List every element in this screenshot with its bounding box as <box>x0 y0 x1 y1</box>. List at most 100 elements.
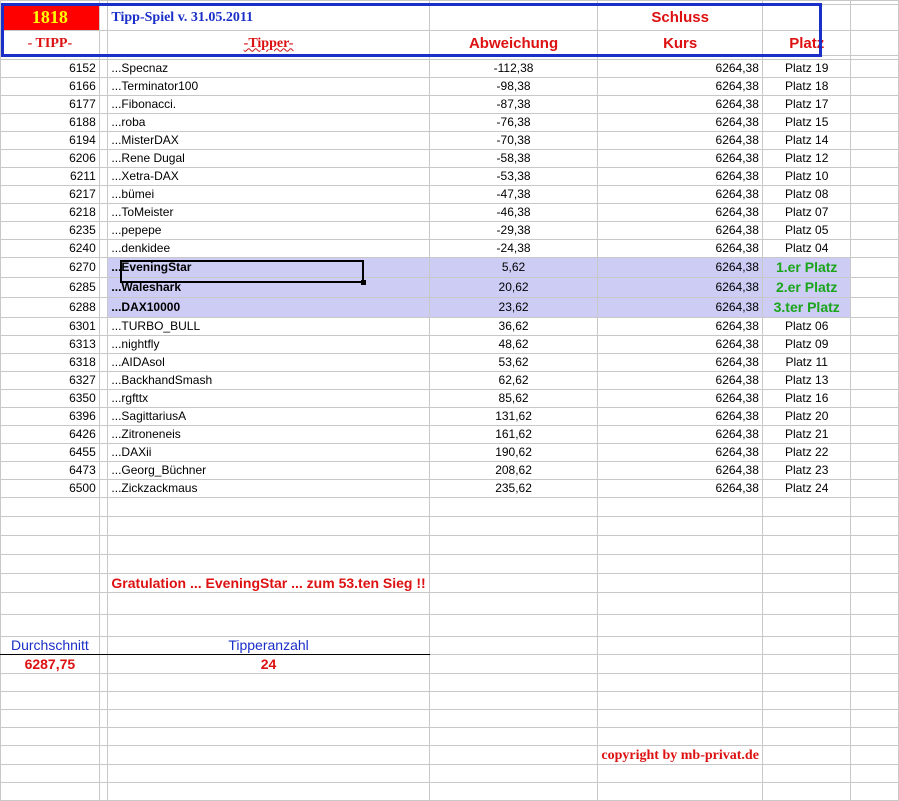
cell[interactable] <box>850 149 899 168</box>
spacer-cell[interactable] <box>98 167 109 186</box>
cell[interactable] <box>761 535 852 555</box>
spacer-cell[interactable] <box>98 277 109 298</box>
cell[interactable] <box>107 614 430 637</box>
abweichung-cell[interactable]: 131,62 <box>428 407 599 426</box>
cell[interactable] <box>850 636 899 655</box>
kurs-cell[interactable]: 6264,38 <box>597 297 763 318</box>
tipp-cell[interactable]: 6313 <box>0 335 100 354</box>
tipper-header[interactable]: -Tipper- <box>107 30 430 56</box>
cell[interactable] <box>597 573 763 593</box>
cell[interactable] <box>0 745 100 765</box>
platz-header[interactable]: Platz <box>761 30 852 56</box>
tipp-cell[interactable]: 6396 <box>0 407 100 426</box>
spacer-cell[interactable] <box>98 371 109 390</box>
spacer-cell[interactable] <box>98 59 109 78</box>
kurs-cell[interactable]: 6264,38 <box>597 257 763 278</box>
cell[interactable] <box>597 516 763 536</box>
cell[interactable] <box>850 425 899 444</box>
tipper-cell[interactable]: ...nightfly <box>107 335 430 354</box>
tipp-cell[interactable]: 6350 <box>0 389 100 408</box>
cell[interactable] <box>850 371 899 390</box>
tipper-cell[interactable]: ...TURBO_BULL <box>107 317 430 336</box>
spacer-cell[interactable] <box>98 461 109 480</box>
cell[interactable] <box>761 709 852 728</box>
kurs-cell[interactable]: 6264,38 <box>597 277 763 298</box>
cell[interactable] <box>428 727 599 746</box>
cell[interactable] <box>850 239 899 258</box>
spacer-cell[interactable] <box>98 389 109 408</box>
cell[interactable] <box>428 764 599 783</box>
cell[interactable] <box>428 535 599 555</box>
cell[interactable] <box>98 614 109 637</box>
cell[interactable] <box>428 745 599 765</box>
cell[interactable] <box>107 745 430 765</box>
cell[interactable] <box>850 745 899 765</box>
tipp-cell[interactable]: 6152 <box>0 59 100 78</box>
kurs-cell[interactable]: 6264,38 <box>597 95 763 114</box>
tipper-cell[interactable]: ...DAXii <box>107 443 430 462</box>
cell[interactable] <box>850 113 899 132</box>
cell[interactable] <box>98 727 109 746</box>
cell[interactable] <box>98 709 109 728</box>
spacer-cell[interactable] <box>98 317 109 336</box>
spacer-cell[interactable] <box>98 203 109 222</box>
durchschnitt-label[interactable]: Durchschnitt <box>0 636 100 655</box>
platz-cell[interactable]: Platz 16 <box>761 389 852 408</box>
cell[interactable] <box>98 535 109 555</box>
kurs-cell[interactable]: 6264,38 <box>597 131 763 150</box>
tipp-cell[interactable]: 6318 <box>0 353 100 372</box>
tipp-cell[interactable]: 6473 <box>0 461 100 480</box>
spacer-cell[interactable] <box>98 257 109 278</box>
abweichung-cell[interactable]: -24,38 <box>428 239 599 258</box>
tipper-cell[interactable]: ...Specnaz <box>107 59 430 78</box>
cell[interactable] <box>850 573 899 593</box>
cell[interactable] <box>850 461 899 480</box>
cell[interactable] <box>107 709 430 728</box>
tipper-cell[interactable]: ...pepepe <box>107 221 430 240</box>
abweichung-cell[interactable]: 235,62 <box>428 479 599 498</box>
cell[interactable] <box>107 535 430 555</box>
tipper-cell[interactable]: ...Fibonacci. <box>107 95 430 114</box>
cell[interactable] <box>107 782 430 801</box>
cell[interactable] <box>98 554 109 574</box>
spacer-cell[interactable] <box>98 407 109 426</box>
cell[interactable] <box>428 573 599 593</box>
cell[interactable] <box>98 30 109 56</box>
cell[interactable] <box>107 673 430 692</box>
cell[interactable] <box>98 516 109 536</box>
cell[interactable] <box>850 764 899 783</box>
cell[interactable] <box>428 554 599 574</box>
platz-cell[interactable]: 3.ter Platz <box>761 297 852 318</box>
abweichung-header[interactable]: Abweichung <box>428 30 599 56</box>
cell[interactable] <box>850 535 899 555</box>
abweichung-cell[interactable]: 208,62 <box>428 461 599 480</box>
abweichung-cell[interactable]: 36,62 <box>428 317 599 336</box>
cell[interactable] <box>597 709 763 728</box>
cell[interactable] <box>428 592 599 615</box>
cell[interactable] <box>0 573 100 593</box>
cell[interactable] <box>597 673 763 692</box>
kurs-cell[interactable]: 6264,38 <box>597 335 763 354</box>
tipper-cell[interactable]: ...Georg_Büchner <box>107 461 430 480</box>
abweichung-cell[interactable]: 85,62 <box>428 389 599 408</box>
abweichung-cell[interactable]: -98,38 <box>428 77 599 96</box>
cell[interactable] <box>850 407 899 426</box>
abweichung-cell[interactable]: 20,62 <box>428 277 599 298</box>
platz-cell[interactable]: Platz 14 <box>761 131 852 150</box>
tipp-cell[interactable]: 6500 <box>0 479 100 498</box>
kurs-cell[interactable]: 6264,38 <box>597 239 763 258</box>
cell[interactable] <box>850 59 899 78</box>
copyright-text[interactable]: copyright by mb-privat.de <box>597 745 763 765</box>
spacer-cell[interactable] <box>98 335 109 354</box>
tipper-cell[interactable]: ...AIDAsol <box>107 353 430 372</box>
kurs-cell[interactable]: 6264,38 <box>597 407 763 426</box>
cell[interactable] <box>850 257 899 278</box>
spacer-cell[interactable] <box>98 443 109 462</box>
cell[interactable] <box>761 554 852 574</box>
tipp-cell[interactable]: 6211 <box>0 167 100 186</box>
cell[interactable] <box>761 673 852 692</box>
platz-cell[interactable]: Platz 17 <box>761 95 852 114</box>
cell[interactable] <box>850 673 899 692</box>
spacer-cell[interactable] <box>98 131 109 150</box>
cell[interactable] <box>428 614 599 637</box>
